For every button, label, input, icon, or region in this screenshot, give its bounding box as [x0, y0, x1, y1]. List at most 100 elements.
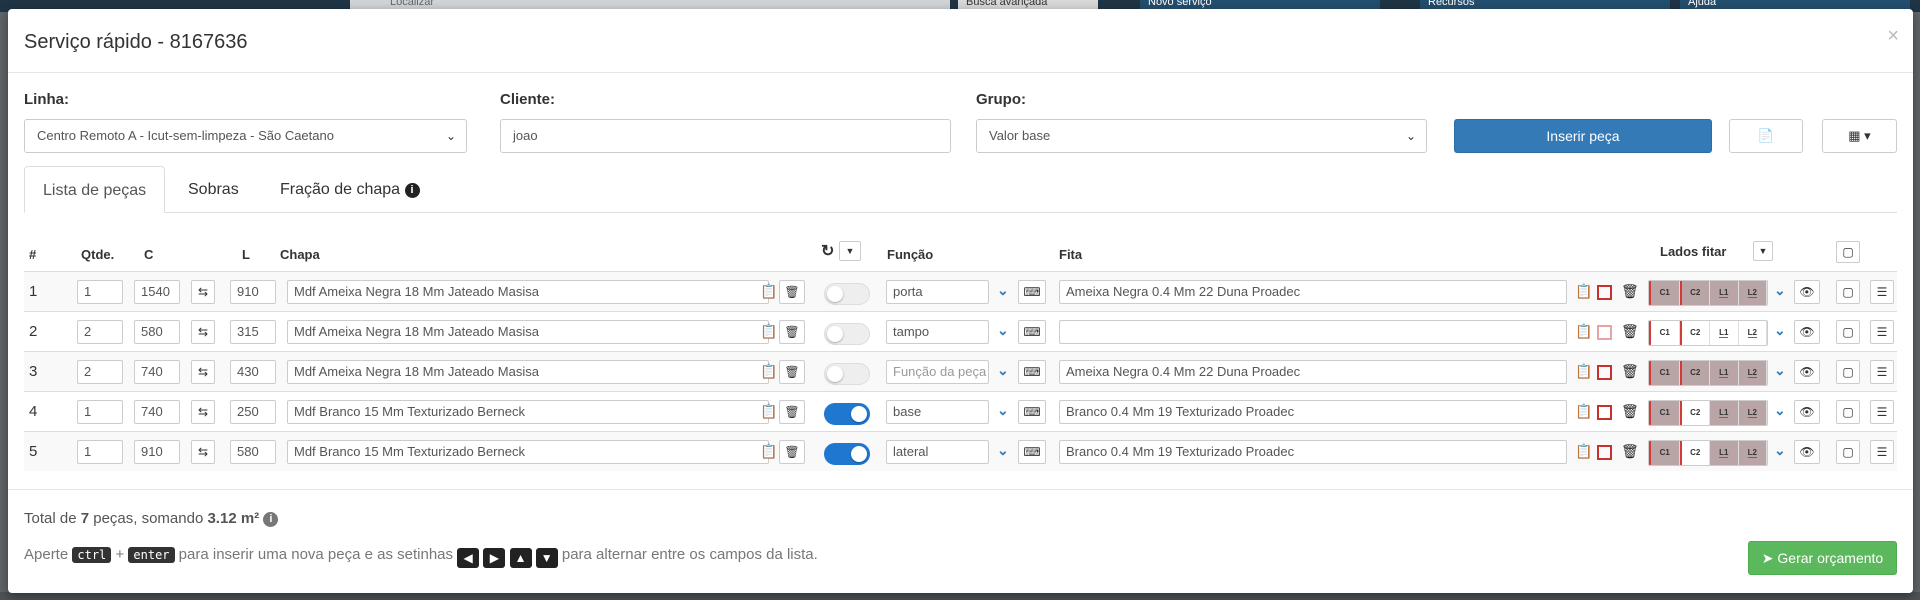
lado-c2-toggle[interactable]: C2: [1679, 321, 1710, 345]
trash-icon[interactable]: 🗑: [779, 360, 805, 384]
trash-icon[interactable]: 🗑: [1621, 403, 1639, 420]
row-toggle[interactable]: [824, 283, 870, 305]
l-input[interactable]: 910: [230, 280, 276, 304]
fita-input[interactable]: Ameixa Negra 0.4 Mm 22 Duna Proadec: [1059, 280, 1567, 304]
fita-input[interactable]: Branco 0.4 Mm 19 Texturizado Proadec: [1059, 440, 1567, 464]
chevron-down-icon[interactable]: ⌄: [997, 402, 1009, 419]
tab-fracao-de-chapa[interactable]: Fração de chapa i: [262, 166, 438, 213]
red-square-icon[interactable]: [1597, 325, 1612, 340]
chevron-down-icon[interactable]: ⌄: [997, 282, 1009, 299]
lados-menu-button[interactable]: ▼: [1753, 241, 1773, 261]
lado-c1-toggle[interactable]: C1: [1649, 281, 1680, 305]
chevron-down-icon[interactable]: ⌄: [1774, 442, 1786, 459]
select-row-icon[interactable]: ▢: [1836, 280, 1860, 304]
l-input[interactable]: 580: [230, 440, 276, 464]
trash-icon[interactable]: 🗑: [779, 280, 805, 304]
c-input[interactable]: 740: [134, 400, 180, 424]
red-square-icon[interactable]: [1597, 445, 1612, 460]
trash-icon[interactable]: 🗑: [1621, 443, 1639, 460]
copy-icon[interactable]: 📋: [760, 283, 777, 300]
trash-icon[interactable]: 🗑: [779, 440, 805, 464]
edge-gun-icon[interactable]: ⌨: [1018, 440, 1046, 464]
tab-sobras[interactable]: Sobras: [170, 166, 257, 213]
cliente-input[interactable]: joao: [500, 119, 951, 153]
lado-c2-toggle[interactable]: C2: [1679, 361, 1710, 385]
insert-piece-button[interactable]: Inserir peça: [1454, 119, 1712, 153]
select-row-icon[interactable]: ▢: [1836, 400, 1860, 424]
swap-icon[interactable]: ⇆: [191, 400, 215, 424]
chevron-down-icon[interactable]: ⌄: [997, 362, 1009, 379]
lado-l1-toggle[interactable]: L1: [1710, 401, 1739, 425]
chevron-down-icon[interactable]: ⌄: [1774, 362, 1786, 379]
qtde-input[interactable]: 1: [77, 400, 123, 424]
trash-icon[interactable]: 🗑: [779, 400, 805, 424]
swap-icon[interactable]: ⇆: [191, 440, 215, 464]
fita-input[interactable]: [1059, 320, 1567, 344]
edge-gun-icon[interactable]: ⌨: [1018, 360, 1046, 384]
trash-icon[interactable]: 🗑: [1621, 323, 1639, 340]
copy-icon[interactable]: 📋: [1575, 363, 1592, 380]
menu-icon[interactable]: ☰: [1870, 440, 1894, 464]
select-all-button[interactable]: ▢: [1836, 241, 1860, 263]
lado-l1-toggle[interactable]: L1: [1710, 441, 1739, 465]
lado-l2-toggle[interactable]: L2: [1738, 281, 1767, 305]
select-row-icon[interactable]: ▢: [1836, 360, 1860, 384]
funcao-input[interactable]: tampo: [886, 320, 989, 344]
lado-l2-toggle[interactable]: L2: [1738, 441, 1767, 465]
funcao-input[interactable]: base: [886, 400, 989, 424]
funcao-input[interactable]: porta: [886, 280, 989, 304]
l-input[interactable]: 250: [230, 400, 276, 424]
copy-icon[interactable]: 📋: [1575, 403, 1592, 420]
eye-icon[interactable]: 👁: [1794, 360, 1820, 384]
copy-icon[interactable]: 📋: [760, 443, 777, 460]
lado-l1-toggle[interactable]: L1: [1710, 281, 1739, 305]
select-row-icon[interactable]: ▢: [1836, 440, 1860, 464]
copy-icon[interactable]: 📋: [1575, 443, 1592, 460]
grid-menu-button[interactable]: ▦ ▾: [1822, 119, 1897, 153]
lado-c2-toggle[interactable]: C2: [1679, 281, 1710, 305]
qtde-input[interactable]: 2: [77, 360, 123, 384]
lado-c1-toggle[interactable]: C1: [1649, 441, 1680, 465]
l-input[interactable]: 315: [230, 320, 276, 344]
lado-l1-toggle[interactable]: L1: [1710, 321, 1739, 345]
trash-icon[interactable]: 🗑: [1621, 283, 1639, 300]
refresh-icon[interactable]: ↻: [821, 241, 834, 261]
funcao-input[interactable]: lateral: [886, 440, 989, 464]
chapa-input[interactable]: Mdf Ameixa Negra 18 Mm Jateado Masisa: [287, 280, 769, 304]
toggle-menu-button[interactable]: ▼: [839, 241, 861, 261]
menu-icon[interactable]: ☰: [1870, 280, 1894, 304]
edge-gun-icon[interactable]: ⌨: [1018, 400, 1046, 424]
chapa-input[interactable]: Mdf Branco 15 Mm Texturizado Berneck: [287, 400, 769, 424]
linha-select[interactable]: Centro Remoto A - Icut-sem-limpeza - São…: [24, 119, 467, 153]
menu-icon[interactable]: ☰: [1870, 360, 1894, 384]
swap-icon[interactable]: ⇆: [191, 320, 215, 344]
edge-gun-icon[interactable]: ⌨: [1018, 320, 1046, 344]
lado-l2-toggle[interactable]: L2: [1738, 401, 1767, 425]
chevron-down-icon[interactable]: ⌄: [997, 442, 1009, 459]
copy-icon[interactable]: 📋: [760, 363, 777, 380]
trash-icon[interactable]: 🗑: [1621, 363, 1639, 380]
lado-c2-toggle[interactable]: C2: [1679, 441, 1710, 465]
row-toggle[interactable]: [824, 323, 870, 345]
menu-icon[interactable]: ☰: [1870, 320, 1894, 344]
copy-document-button[interactable]: 📄: [1729, 119, 1803, 153]
row-toggle[interactable]: [824, 443, 870, 465]
qtde-input[interactable]: 2: [77, 320, 123, 344]
chapa-input[interactable]: Mdf Branco 15 Mm Texturizado Berneck: [287, 440, 769, 464]
chevron-down-icon[interactable]: ⌄: [1774, 282, 1786, 299]
tab-lista-de-pecas[interactable]: Lista de peças: [24, 166, 166, 213]
fita-input[interactable]: Branco 0.4 Mm 19 Texturizado Proadec: [1059, 400, 1567, 424]
close-icon[interactable]: ×: [1887, 25, 1899, 48]
swap-icon[interactable]: ⇆: [191, 360, 215, 384]
chevron-down-icon[interactable]: ⌄: [1774, 402, 1786, 419]
chapa-input[interactable]: Mdf Ameixa Negra 18 Mm Jateado Masisa: [287, 320, 769, 344]
chevron-down-icon[interactable]: ⌄: [1774, 322, 1786, 339]
c-input[interactable]: 910: [134, 440, 180, 464]
grupo-select[interactable]: Valor base ⌄: [976, 119, 1427, 153]
gerar-orcamento-button[interactable]: ➤ Gerar orçamento: [1748, 541, 1897, 575]
copy-icon[interactable]: 📋: [760, 323, 777, 340]
copy-icon[interactable]: 📋: [760, 403, 777, 420]
lado-l1-toggle[interactable]: L1: [1710, 361, 1739, 385]
lado-l2-toggle[interactable]: L2: [1738, 321, 1767, 345]
row-toggle[interactable]: [824, 403, 870, 425]
